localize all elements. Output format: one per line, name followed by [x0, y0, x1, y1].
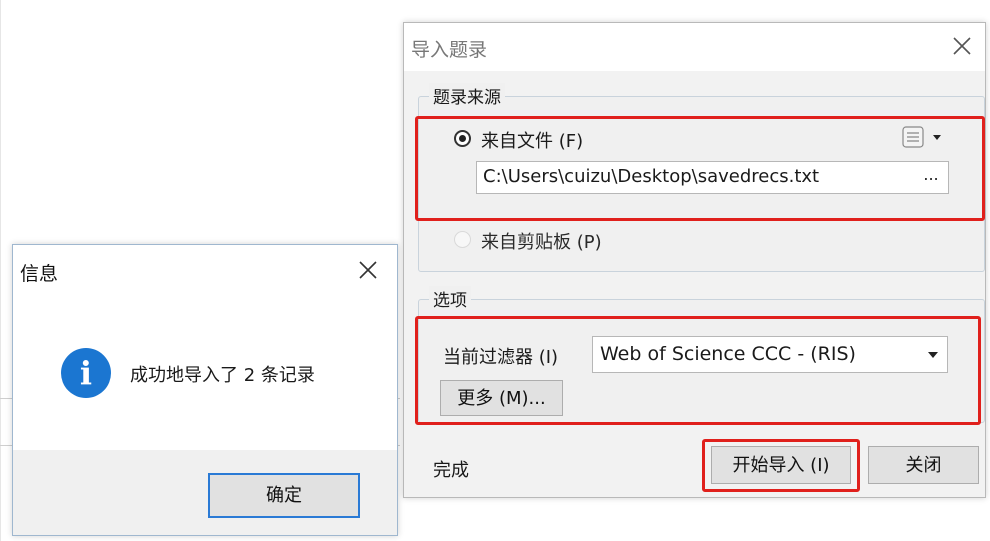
close-button-label: 关闭: [905, 455, 942, 476]
options-group-legend: 选项: [429, 286, 471, 311]
ok-button[interactable]: 确定: [208, 473, 360, 518]
highlight-file-source: [415, 116, 985, 221]
close-icon[interactable]: [355, 257, 381, 283]
dialog-title: 导入题录: [411, 39, 488, 61]
close-button[interactable]: 关闭: [868, 446, 979, 484]
info-dialog-title: 信息: [20, 263, 59, 285]
info-dialog: 信息 i 成功地导入了 2 条记录 确定: [12, 244, 398, 536]
highlight-filter-options: [415, 316, 981, 425]
desktop-edge: [0, 0, 1, 541]
from-clipboard-label: 来自剪贴板 (P): [481, 232, 602, 253]
dialog-titlebar: 导入题录: [404, 23, 985, 71]
source-group-legend: 题录来源: [429, 83, 505, 108]
info-icon: i: [61, 348, 111, 398]
close-icon[interactable]: [949, 33, 975, 59]
status-text: 完成: [433, 460, 469, 481]
highlight-start-import: [702, 439, 860, 492]
from-clipboard-radio[interactable]: [454, 231, 471, 248]
info-message: 成功地导入了 2 条记录: [130, 365, 315, 386]
